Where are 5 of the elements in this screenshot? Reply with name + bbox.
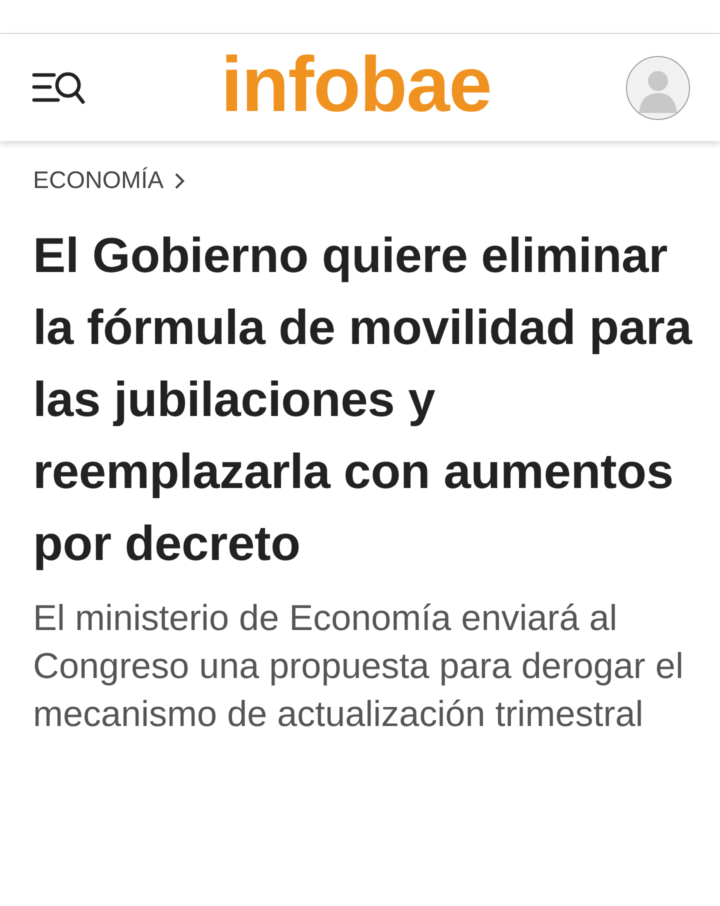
chevron-right-icon [174,172,186,190]
article-summary: El ministerio de Economía enviará al Congreso una propuesta para derogar el mecanismo de actualización trimestral [33,596,684,736]
section-link[interactable]: ECONOMÍA [33,167,164,196]
article-headline: El Gobierno quiere eliminar la fórmula de movilidad para las jubilaciones y reemplazarla con aumentos por decreto [33,228,694,573]
menu-search-icon[interactable] [32,70,86,106]
